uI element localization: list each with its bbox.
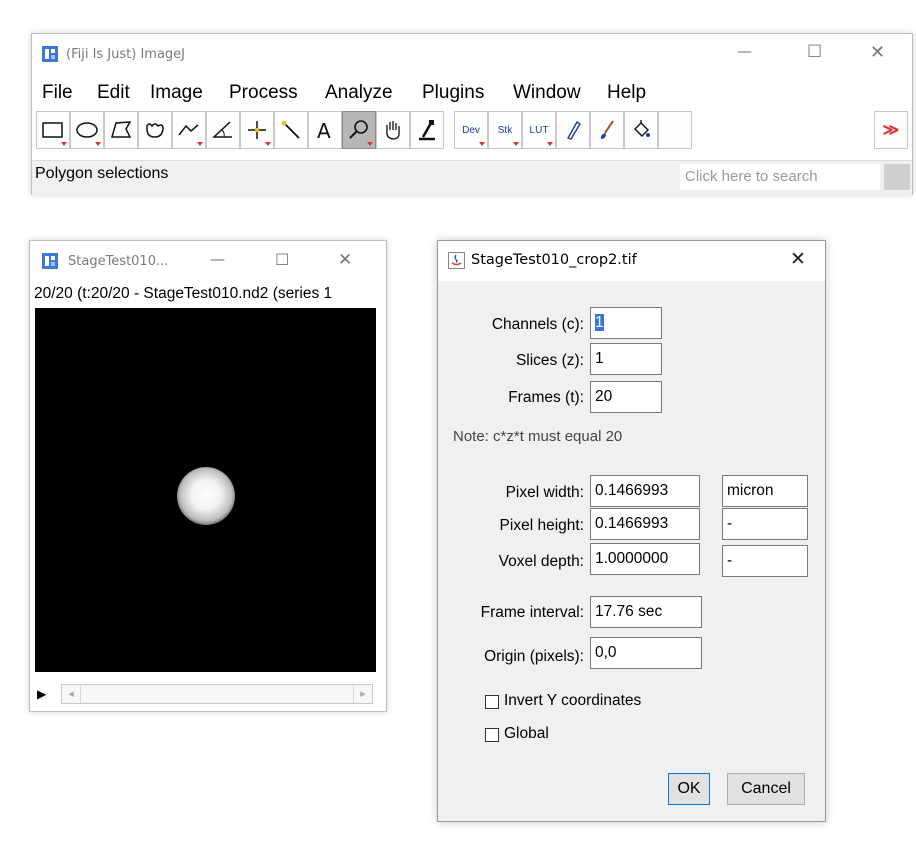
frame-interval-label: Frame interval: bbox=[480, 604, 584, 621]
stk-label: Stk bbox=[497, 124, 513, 136]
frame-interval-field[interactable]: 17.76 sec bbox=[590, 596, 702, 628]
java-icon bbox=[448, 252, 465, 269]
status-text: Polygon selections bbox=[35, 165, 169, 182]
unit-field[interactable]: micron bbox=[722, 475, 808, 507]
pencil-icon[interactable] bbox=[556, 111, 590, 149]
play-icon[interactable]: ▶ bbox=[37, 687, 46, 701]
more-tools-label: ≫ bbox=[882, 122, 900, 139]
origin-label: Origin (pixels): bbox=[484, 648, 584, 665]
oval-tool-icon[interactable] bbox=[70, 111, 104, 149]
global-checkbox[interactable] bbox=[485, 728, 499, 742]
flood-fill-icon[interactable] bbox=[624, 111, 658, 149]
main-window-title: (Fiji Is Just) ImageJ bbox=[66, 47, 186, 62]
voxel-depth-unit-field[interactable]: - bbox=[722, 545, 808, 577]
minimize-button[interactable]: — bbox=[737, 42, 752, 60]
frames-field[interactable]: 20 bbox=[590, 381, 662, 413]
menu-help[interactable]: Help bbox=[607, 82, 646, 104]
cancel-button[interactable]: Cancel bbox=[727, 773, 805, 805]
more-tools-icon[interactable]: ≫ bbox=[874, 111, 908, 149]
menu-edit[interactable]: Edit bbox=[97, 82, 130, 104]
line-tool-icon[interactable] bbox=[172, 111, 206, 149]
scroll-right-arrow-icon[interactable]: ▸ bbox=[353, 685, 372, 703]
close-button[interactable]: ✕ bbox=[790, 248, 806, 270]
hand-tool-icon[interactable] bbox=[376, 111, 410, 149]
frame-scroll-row: ▶ ◂ ▸ bbox=[35, 682, 376, 706]
frame-scrollbar[interactable]: ◂ ▸ bbox=[61, 684, 373, 704]
slices-field[interactable]: 1 bbox=[590, 343, 662, 375]
search-input[interactable]: Click here to search bbox=[680, 164, 880, 190]
image-subtitle: 20/20 (t:20/20 - StageTest010.nd2 (serie… bbox=[34, 285, 333, 302]
dev-icon[interactable]: Dev bbox=[454, 111, 488, 149]
wand-tool-icon[interactable] bbox=[274, 111, 308, 149]
constraint-note: Note: c*z*t must equal 20 bbox=[453, 428, 623, 445]
menu-file[interactable]: File bbox=[42, 82, 73, 104]
maximize-button[interactable]: ☐ bbox=[275, 250, 289, 269]
image-canvas[interactable] bbox=[35, 308, 376, 672]
dev-label: Dev bbox=[462, 124, 480, 136]
close-button[interactable]: ✕ bbox=[870, 42, 885, 63]
minimize-button[interactable]: — bbox=[210, 250, 225, 268]
pixel-width-label: Pixel width: bbox=[505, 484, 584, 501]
image-window-title: StageTest010... bbox=[68, 254, 169, 269]
brush-icon[interactable] bbox=[590, 111, 624, 149]
image-window: StageTest010... — ☐ ✕ 20/20 (t:20/20 - S… bbox=[29, 240, 387, 712]
properties-dialog: StageTest010_crop2.tif ✕ Channels (c): 1… bbox=[437, 240, 826, 822]
pixel-height-label: Pixel height: bbox=[499, 517, 584, 534]
freehand-tool-icon[interactable] bbox=[138, 111, 172, 149]
dialog-titlebar: StageTest010_crop2.tif ✕ bbox=[438, 241, 825, 281]
channels-field[interactable]: 1 bbox=[590, 307, 662, 339]
channels-label: Channels (c): bbox=[491, 316, 584, 333]
menu-image[interactable]: Image bbox=[150, 82, 203, 104]
menu-window[interactable]: Window bbox=[513, 82, 581, 104]
point-tool-icon[interactable] bbox=[240, 111, 274, 149]
voxel-depth-field[interactable]: 1.0000000 bbox=[590, 543, 700, 575]
pixel-height-unit-field[interactable]: - bbox=[722, 508, 808, 540]
magnifier-tool-icon[interactable] bbox=[342, 111, 376, 149]
pixel-width-field[interactable]: 0.1466993 bbox=[590, 475, 700, 507]
search-options-button[interactable] bbox=[884, 164, 910, 190]
invert-y-checkbox[interactable] bbox=[485, 695, 499, 709]
svg-text:A: A bbox=[317, 119, 331, 143]
polygon-tool-icon[interactable] bbox=[104, 111, 138, 149]
slices-label: Slices (z): bbox=[515, 352, 584, 369]
maximize-button[interactable]: ☐ bbox=[807, 42, 822, 62]
fluorescent-spot bbox=[177, 467, 235, 525]
voxel-depth-label: Voxel depth: bbox=[498, 553, 584, 570]
menu-analyze[interactable]: Analyze bbox=[325, 82, 393, 104]
fiji-logo-icon bbox=[42, 46, 58, 62]
close-button[interactable]: ✕ bbox=[338, 250, 352, 270]
color-picker-icon[interactable] bbox=[410, 111, 444, 149]
ok-button[interactable]: OK bbox=[668, 773, 710, 805]
rectangle-tool-icon[interactable] bbox=[36, 111, 70, 149]
empty-tool-slot[interactable] bbox=[658, 111, 692, 149]
scroll-left-arrow-icon[interactable]: ◂ bbox=[62, 685, 81, 703]
text-tool-icon[interactable]: A bbox=[308, 111, 342, 149]
stk-icon[interactable]: Stk bbox=[488, 111, 522, 149]
angle-tool-icon[interactable] bbox=[206, 111, 240, 149]
menu-process[interactable]: Process bbox=[229, 82, 298, 104]
status-bar: Polygon selections Click here to search bbox=[32, 160, 912, 195]
channels-value: 1 bbox=[595, 314, 604, 331]
origin-field[interactable]: 0,0 bbox=[590, 637, 702, 669]
global-label: Global bbox=[504, 725, 549, 742]
imagej-main-window: (Fiji Is Just) ImageJ — ☐ ✕ File Edit Im… bbox=[31, 33, 913, 195]
dialog-title: StageTest010_crop2.tif bbox=[471, 252, 637, 268]
invert-y-label: Invert Y coordinates bbox=[504, 692, 642, 709]
menu-plugins[interactable]: Plugins bbox=[422, 82, 484, 104]
lut-label: LUT bbox=[529, 124, 549, 136]
lut-icon[interactable]: LUT bbox=[522, 111, 556, 149]
fiji-logo-icon bbox=[42, 253, 58, 269]
frames-label: Frames (t): bbox=[508, 389, 584, 406]
empty-tool-slot bbox=[692, 111, 718, 147]
pixel-height-field[interactable]: 0.1466993 bbox=[590, 508, 700, 540]
